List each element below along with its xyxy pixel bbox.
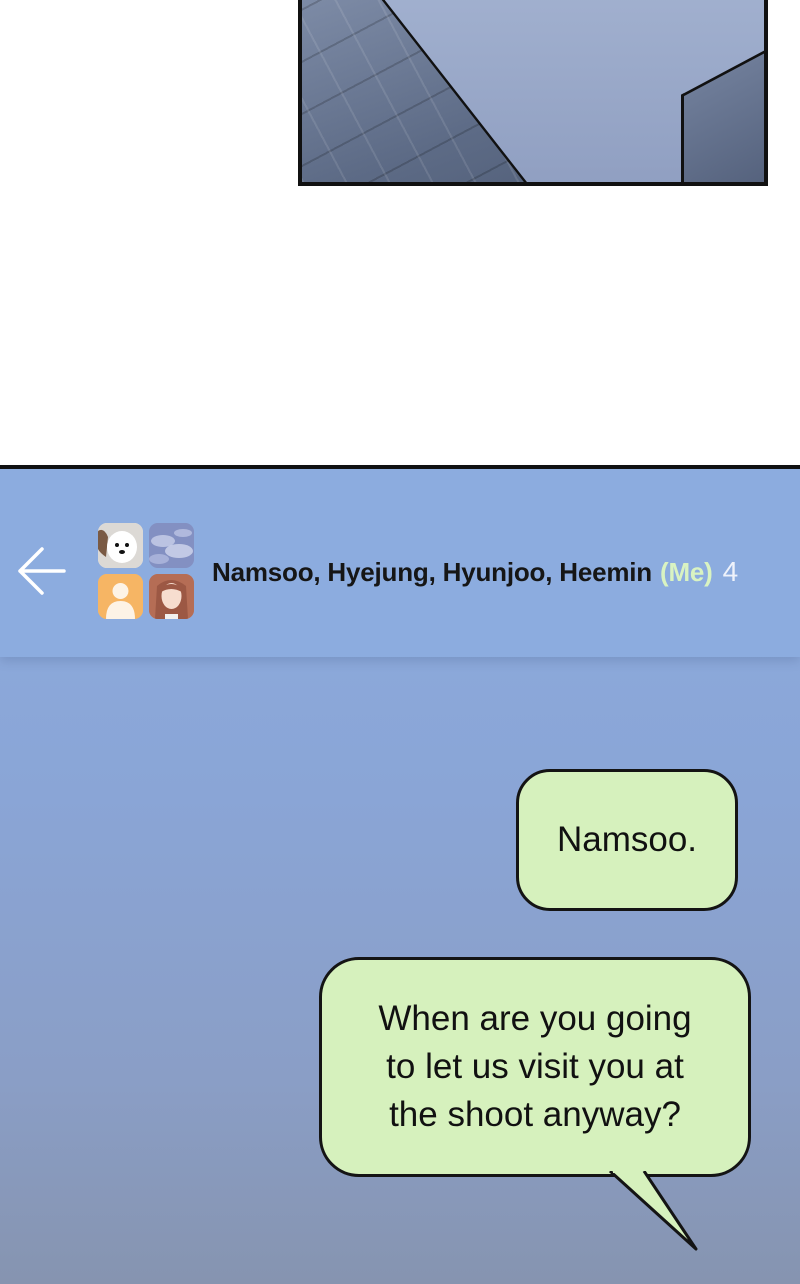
sky-icon — [149, 523, 194, 568]
dog-icon — [98, 523, 143, 568]
group-avatar[interactable] — [98, 523, 194, 619]
sky-avatar — [149, 523, 194, 568]
message-text: Namsoo. — [556, 820, 698, 859]
message-text: When are you going to let us visit you a… — [355, 995, 715, 1139]
default-person-avatar — [98, 574, 143, 619]
back-arrow-icon — [18, 547, 66, 595]
message-line: When are you going — [378, 999, 692, 1038]
comic-panel — [298, 0, 768, 186]
dog-avatar — [98, 523, 143, 568]
member-count: 4 — [722, 556, 739, 587]
girl-portrait-icon — [149, 574, 194, 619]
chat-screen: Namsoo, Hyejung, Hyunjoo, Heemin (Me) 4 Na… — [0, 465, 800, 1284]
chat-title: Namsoo, Hyejung, Hyunjoo, Heemin (Me) 4 — [212, 555, 738, 589]
participant-names: Namsoo, Hyejung, Hyunjoo, Heemin — [212, 557, 652, 587]
message-line: to let us visit you at — [386, 1047, 684, 1086]
girl-avatar — [149, 574, 194, 619]
bubble-tail — [608, 1171, 698, 1251]
message-bubble[interactable]: Namsoo. — [516, 769, 738, 911]
message-bubble[interactable]: When are you going to let us visit you a… — [319, 957, 751, 1177]
message-line: the shoot anyway? — [389, 1095, 681, 1134]
me-label: (Me) — [660, 557, 713, 587]
back-button[interactable] — [14, 541, 70, 601]
person-icon — [98, 574, 143, 619]
chat-header: Namsoo, Hyejung, Hyunjoo, Heemin (Me) 4 — [0, 469, 800, 657]
